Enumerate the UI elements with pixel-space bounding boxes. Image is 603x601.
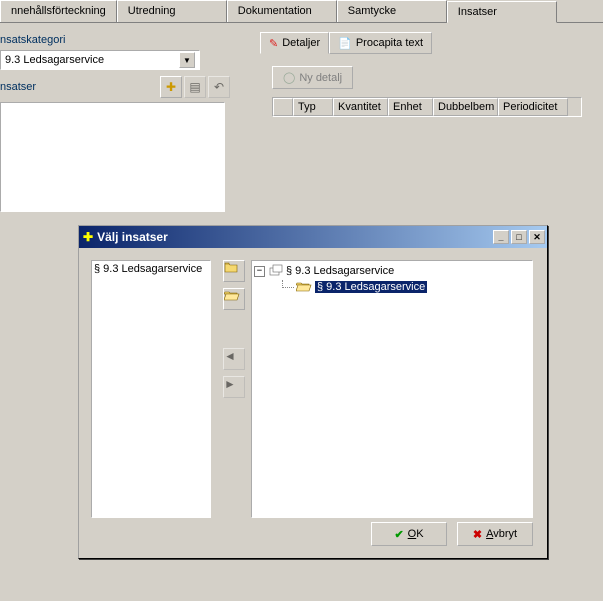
th-enhet[interactable]: Enhet bbox=[388, 98, 433, 116]
dialog-titlebar[interactable]: ✚ Välj insatser _ □ ✕ bbox=[79, 226, 547, 248]
selected-list[interactable]: § 9.3 Ledsagarservice bbox=[91, 260, 211, 518]
tab-innehall[interactable]: nnehållsförteckning bbox=[0, 0, 117, 22]
circle-icon: ◯ bbox=[283, 71, 295, 84]
tree-child-row[interactable]: § 9.3 Ledsagarservice bbox=[254, 279, 530, 295]
th-blank[interactable] bbox=[273, 98, 293, 116]
move-buttons: ◄ ► bbox=[221, 348, 245, 404]
delete-insats-button: ↶ bbox=[208, 76, 230, 98]
folder-buttons bbox=[221, 260, 245, 316]
details-icon: ✎ bbox=[269, 37, 278, 50]
dialog-icon: ✚ bbox=[83, 230, 93, 244]
kategori-select[interactable]: 9.3 Ledsagarservice ▼ bbox=[0, 50, 200, 70]
dialog-title: Välj insatser bbox=[97, 230, 168, 244]
folders-icon bbox=[269, 263, 283, 280]
dialog-button-row: ✔ OK ✖ Avbryt bbox=[371, 522, 533, 546]
th-periodicitet[interactable]: Periodicitet bbox=[498, 98, 568, 116]
dialog-body: § 9.3 Ledsagarservice ◄ ► − § 9.3 Ledsag… bbox=[79, 248, 547, 558]
ok-label: OK bbox=[408, 528, 424, 540]
th-dubbelbem[interactable]: Dubbelbem bbox=[433, 98, 498, 116]
kategori-label: nsatskategori bbox=[0, 34, 230, 46]
main-tab-bar: nnehållsförteckning Utredning Dokumentat… bbox=[0, 0, 603, 23]
tab-samtycke[interactable]: Samtycke bbox=[337, 0, 447, 22]
move-left-button: ◄ bbox=[223, 348, 245, 370]
edit-insats-button: ▤ bbox=[184, 76, 206, 98]
folder-open-button[interactable] bbox=[223, 288, 245, 310]
folder-closed-icon bbox=[224, 261, 238, 273]
collapse-icon[interactable]: − bbox=[254, 266, 265, 277]
th-typ[interactable]: Typ bbox=[293, 98, 333, 116]
cross-icon: ✖ bbox=[473, 528, 482, 541]
folder-closed-button[interactable] bbox=[223, 260, 245, 282]
move-right-button: ► bbox=[223, 376, 245, 398]
check-icon: ✔ bbox=[394, 528, 403, 541]
subtab-procapita-label: Procapita text bbox=[356, 37, 423, 49]
tab-dokumentation[interactable]: Dokumentation bbox=[227, 0, 337, 22]
details-table-header: Typ Kvantitet Enhet Dubbelbem Periodicit… bbox=[272, 97, 582, 117]
tab-utredning[interactable]: Utredning bbox=[117, 0, 227, 22]
tab-insatser[interactable]: Insatser bbox=[447, 1, 557, 23]
chevron-left-icon: ◄ bbox=[224, 349, 236, 363]
maximize-button[interactable]: □ bbox=[511, 230, 527, 244]
cancel-label: Avbryt bbox=[486, 528, 517, 540]
chevron-right-icon: ► bbox=[224, 377, 236, 391]
subtab-detaljer-label: Detaljer bbox=[282, 37, 320, 49]
text-icon: 📄 bbox=[338, 37, 352, 50]
valj-insatser-dialog: ✚ Välj insatser _ □ ✕ § 9.3 Ledsagarserv… bbox=[78, 225, 548, 559]
folder-open-icon bbox=[224, 289, 240, 301]
subtab-bar: ✎ Detaljer 📄 Procapita text bbox=[260, 32, 603, 54]
dropdown-icon[interactable]: ▼ bbox=[179, 52, 195, 68]
insatser-tree[interactable]: − § 9.3 Ledsagarservice § 9.3 Ledsagarse… bbox=[251, 260, 533, 518]
insatser-label: nsatser bbox=[0, 81, 158, 93]
right-panel: ✎ Detaljer 📄 Procapita text ◯ Ny detalj … bbox=[260, 28, 603, 117]
close-button[interactable]: ✕ bbox=[529, 230, 545, 244]
ok-button[interactable]: ✔ OK bbox=[371, 522, 447, 546]
tree-root-row[interactable]: − § 9.3 Ledsagarservice bbox=[254, 263, 530, 279]
add-insats-button[interactable]: ✚ bbox=[160, 76, 182, 98]
th-kvantitet[interactable]: Kvantitet bbox=[333, 98, 388, 116]
tree-child-label: § 9.3 Ledsagarservice bbox=[315, 281, 427, 293]
folder-open-icon bbox=[296, 280, 312, 295]
new-detail-label: Ny detalj bbox=[299, 72, 342, 84]
tree-line bbox=[282, 280, 294, 288]
insatser-list[interactable] bbox=[0, 102, 225, 212]
left-panel: nsatskategori 9.3 Ledsagarservice ▼ nsat… bbox=[0, 28, 230, 212]
subtab-detaljer[interactable]: ✎ Detaljer bbox=[260, 32, 329, 54]
subtab-procapita[interactable]: 📄 Procapita text bbox=[329, 32, 432, 54]
minimize-button[interactable]: _ bbox=[493, 230, 509, 244]
selected-item[interactable]: § 9.3 Ledsagarservice bbox=[94, 263, 202, 275]
tree-root-label: § 9.3 Ledsagarservice bbox=[286, 265, 394, 277]
new-detail-button: ◯ Ny detalj bbox=[272, 66, 353, 89]
kategori-value: 9.3 Ledsagarservice bbox=[5, 54, 104, 66]
cancel-button[interactable]: ✖ Avbryt bbox=[457, 522, 533, 546]
